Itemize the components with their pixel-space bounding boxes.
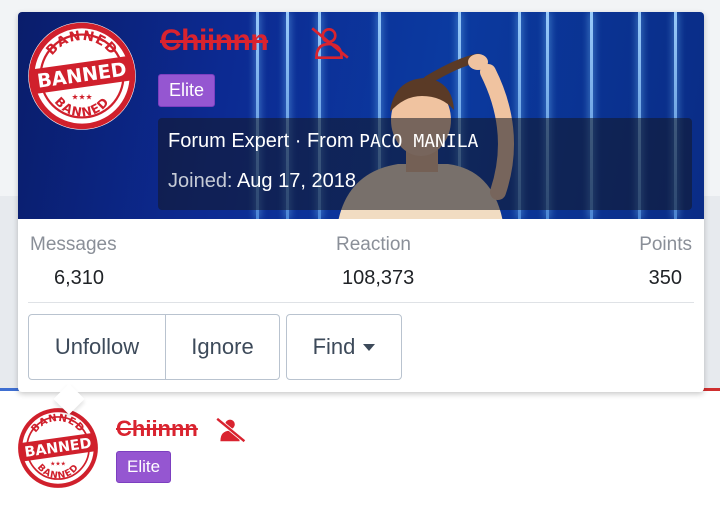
joined-label: Joined: — [168, 170, 233, 192]
stamp-stars: ★★★ — [50, 461, 66, 468]
user-slash-icon — [311, 27, 349, 60]
stat-reaction-value: 108,373 — [342, 267, 415, 289]
profile-info-box: Forum Expert · From PACO MANILA Joined: … — [158, 118, 692, 210]
find-label: Find — [312, 334, 356, 359]
title-separator: · — [289, 130, 307, 152]
stamp-stars: ★★★ — [71, 93, 92, 102]
ignore-button[interactable]: Ignore — [166, 314, 280, 380]
user-location: PACO MANILA — [359, 131, 479, 152]
stat-reaction-label: Reaction — [336, 234, 411, 255]
banned-stamp-avatar: BANNED BANNED ★★★ BANNED — [17, 407, 99, 489]
author-avatar[interactable]: BANNED BANNED ★★★ BANNED — [16, 406, 100, 494]
user-group-badge: Elite — [158, 74, 216, 107]
from-label: From — [306, 130, 354, 152]
caret-down-icon — [363, 343, 376, 351]
member-tooltip-card: Forum Expert · From PACO MANILA Joined: … — [18, 12, 704, 415]
user-slash-icon — [215, 417, 246, 443]
stat-points-value[interactable]: 350 — [649, 267, 682, 290]
user-title: Forum Expert — [168, 130, 290, 152]
banned-stamp-avatar: BANNED BANNED ★★★ BANNED — [28, 22, 136, 130]
joined-date: Aug 17, 2018 — [236, 170, 356, 192]
post-author-panel — [0, 391, 720, 520]
card-username[interactable]: Chiinnn — [160, 24, 269, 58]
stats-divider — [28, 302, 694, 303]
unfollow-button[interactable]: Unfollow — [28, 314, 166, 380]
author-username[interactable]: Chiinnn — [116, 416, 198, 442]
stats-row: Messages 6,310 Reaction 108,373 Points 3… — [18, 224, 704, 302]
user-title-line: Forum Expert · From PACO MANILA — [168, 130, 478, 153]
stat-messages-label: Messages — [30, 234, 117, 255]
follow-ignore-group: Unfollow Ignore — [28, 314, 280, 380]
stat-messages-value[interactable]: 6,310 — [54, 267, 104, 290]
find-dropdown-button[interactable]: Find — [286, 314, 402, 380]
card-avatar[interactable]: BANNED BANNED ★★★ BANNED — [26, 20, 138, 136]
stat-points-label: Points — [639, 234, 692, 255]
user-group-badge: Elite — [116, 451, 172, 483]
joined-line: Joined: Aug 17, 2018 — [168, 170, 356, 193]
